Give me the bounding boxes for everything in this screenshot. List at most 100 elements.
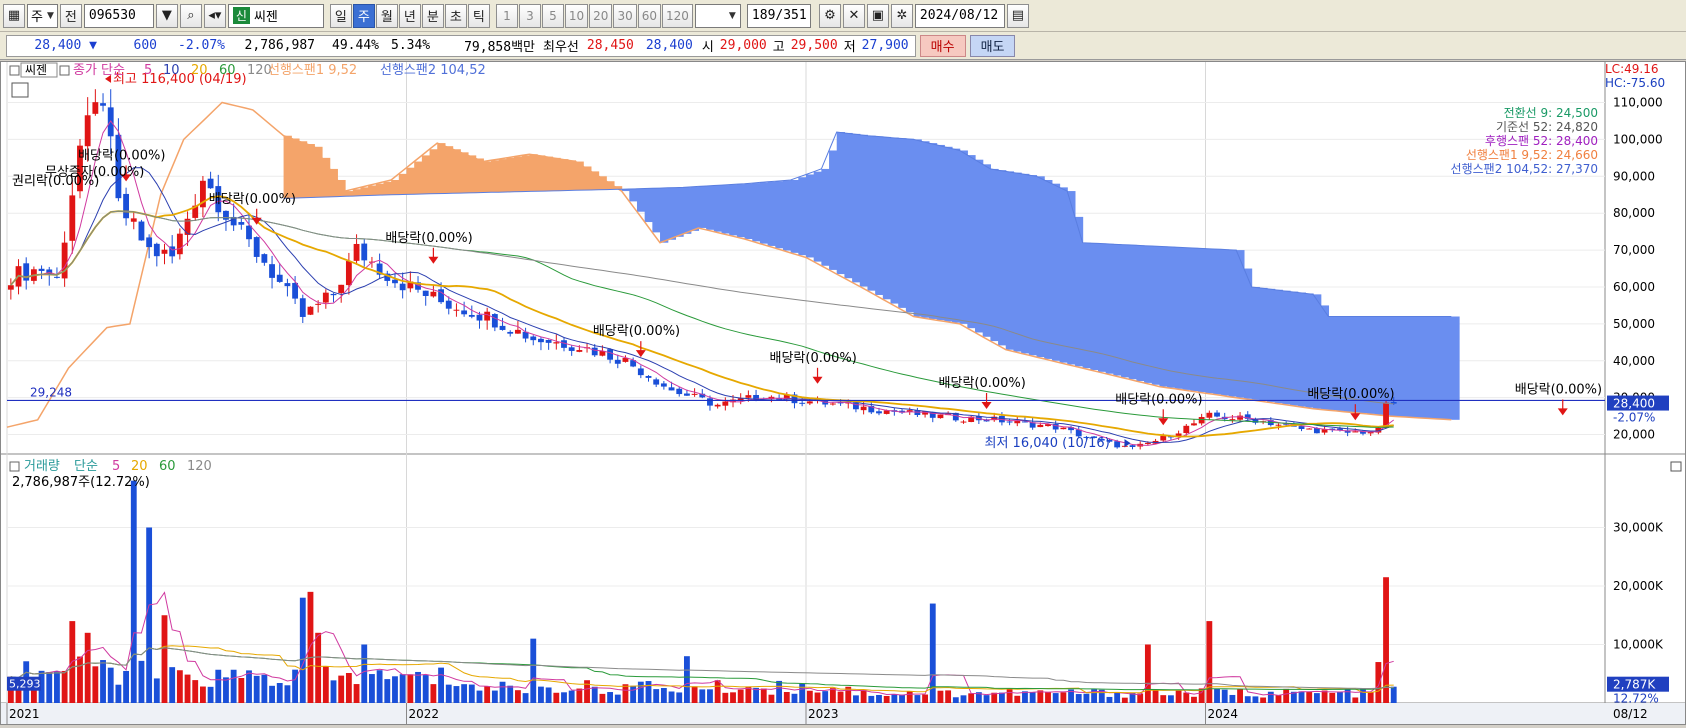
candle-settings-icon[interactable]: ⚙ <box>818 3 841 28</box>
volume-bar <box>468 684 475 703</box>
volume-bar <box>1006 689 1013 703</box>
period-tab[interactable]: 초 <box>444 3 467 28</box>
candle-body <box>707 398 713 406</box>
period-type-select[interactable]: 주 ▼ <box>27 3 58 28</box>
period-tab[interactable]: 년 <box>398 3 421 28</box>
period-tab[interactable]: 틱 <box>467 3 490 28</box>
volume-bar <box>707 689 713 703</box>
cloud-segment <box>491 160 500 193</box>
cloud-segment <box>636 188 646 212</box>
chart-area[interactable]: 202120222023202408/1220,00030,00040,0005… <box>0 61 1686 725</box>
volume-bar <box>1160 695 1167 703</box>
crosshair-icon[interactable]: ✕ <box>842 3 865 28</box>
x-tick-label: 2022 <box>409 707 440 721</box>
page-count-field[interactable]: 189/351 <box>746 3 811 28</box>
cloud-segment <box>806 174 815 258</box>
candle-body <box>399 283 406 291</box>
candle-body <box>1229 419 1236 421</box>
y-tick-label: 100,000 <box>1613 132 1663 146</box>
cloud-segment <box>713 185 723 232</box>
legend-span1: 선행스팬1 9,52 <box>268 62 357 78</box>
volume-bar <box>791 693 798 703</box>
sell-button[interactable]: 매도 <box>969 34 1016 57</box>
volume-bar <box>814 692 821 703</box>
dropdown-icon[interactable]: ▼ <box>155 3 178 28</box>
legend-box-icon <box>59 65 70 76</box>
volume-tick-label: 30,000K <box>1613 521 1664 535</box>
gear-icon[interactable]: ✲ <box>890 3 913 28</box>
volume-bar <box>837 691 844 703</box>
volume-bar <box>100 660 106 703</box>
volume-bar <box>883 695 890 703</box>
cloud-segment <box>1013 172 1022 352</box>
volume-bar <box>998 692 1005 703</box>
save-icon[interactable]: ▣ <box>866 3 889 28</box>
candle-body <box>829 403 836 405</box>
chart-svg[interactable]: 202120222023202408/1220,00030,00040,0005… <box>0 61 1686 725</box>
volume-bar <box>860 690 867 703</box>
volume-bar <box>714 680 721 703</box>
candle-body <box>683 393 690 396</box>
cloud-segment <box>759 182 769 244</box>
volume-bar <box>276 683 283 703</box>
prev-button[interactable]: 전 <box>59 3 82 28</box>
cloud-segment <box>967 155 976 329</box>
volume-bar <box>1229 694 1236 703</box>
interval-tab[interactable]: 60 <box>637 3 662 28</box>
cloud-segment <box>345 191 354 197</box>
cloud-segment <box>660 188 669 243</box>
y-tick-label: 60,000 <box>1613 280 1655 294</box>
turnover: 5.34% <box>391 38 431 53</box>
candle-body <box>138 221 145 241</box>
interval-tab[interactable]: 120 <box>662 3 693 28</box>
cloud-segment <box>291 138 300 199</box>
speaker-icon[interactable]: ◂▾ <box>203 3 226 28</box>
cloud-segment <box>444 146 454 194</box>
cloud-segment <box>483 161 492 193</box>
code-input[interactable]: 096530 <box>83 3 154 28</box>
hc-label: HC:-75.60 <box>1605 76 1665 90</box>
interval-tab[interactable]: 3 <box>518 3 541 28</box>
cloud-segment <box>1197 248 1207 393</box>
cloud-segment <box>498 159 507 193</box>
candle-body <box>714 404 721 407</box>
period-tab[interactable]: 월 <box>375 3 398 28</box>
search-icon[interactable]: ⌕ <box>179 3 202 28</box>
candle-body <box>123 193 130 219</box>
candle-body <box>461 310 468 315</box>
interval-select[interactable]: ▼ <box>694 3 741 28</box>
volume-bar <box>637 681 644 703</box>
interval-tab[interactable]: 5 <box>541 3 564 28</box>
interval-tab[interactable]: 30 <box>613 3 637 28</box>
period-tab[interactable]: 주 <box>352 3 375 28</box>
volume-bar <box>737 689 744 703</box>
volume-bar <box>84 632 91 703</box>
layout-icon[interactable]: ▦ <box>3 3 25 28</box>
interval-tab[interactable]: 10 <box>564 3 589 28</box>
cloud-segment <box>1051 183 1061 361</box>
cloud-segment <box>375 183 385 196</box>
period-tab[interactable]: 일 <box>329 3 352 28</box>
cloud-segment <box>1167 246 1176 388</box>
interval-tab[interactable]: 1 <box>495 3 518 28</box>
candle-body <box>1183 425 1190 434</box>
interval-tab[interactable]: 20 <box>589 3 613 28</box>
volume-bar <box>461 684 468 703</box>
cloud-segment <box>1113 244 1122 376</box>
cloud-segment <box>1005 171 1015 350</box>
price-cell: 28,400 ▼ <box>7 38 103 53</box>
calendar-icon[interactable]: ▤ <box>1006 3 1029 28</box>
toolbar: ▦ 주 ▼ 전 096530 ▼ ⌕ ◂▾ 신 씨젠 일주월년분초틱 1 3 5 10 20… <box>0 0 1686 32</box>
candle-body <box>445 300 452 309</box>
y-tick-label: 90,000 <box>1613 169 1655 183</box>
cloud-segment <box>383 181 392 196</box>
legend-ma-period: 60 <box>219 63 236 78</box>
period-tab[interactable]: 분 <box>421 3 444 28</box>
date-input[interactable]: 2024/08/12 <box>914 3 1005 28</box>
candle-body <box>422 290 429 296</box>
cloud-segment <box>567 160 577 191</box>
candle-body <box>1114 441 1121 448</box>
stock-name-field[interactable]: 신 씨젠 <box>227 3 324 28</box>
buy-button[interactable]: 매수 <box>919 34 966 57</box>
candle-body <box>1160 435 1167 441</box>
